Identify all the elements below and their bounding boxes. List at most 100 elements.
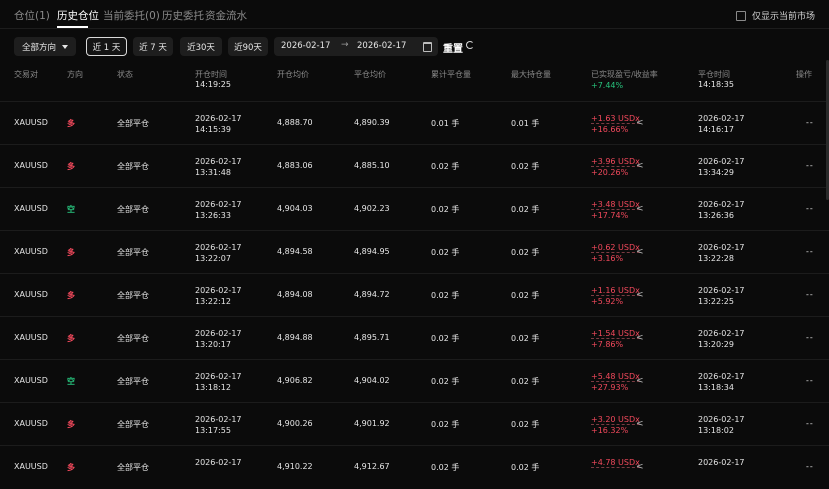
open-date-cell: 2026-02-17: [195, 157, 242, 166]
direction-badge: 多: [67, 248, 75, 257]
tab-positions[interactable]: 仓位(1): [14, 8, 50, 23]
pnl-cell: +3.20 USDx: [591, 414, 640, 425]
range-90d-button[interactable]: 近90天: [228, 37, 268, 56]
pnl-amount: +3.96 USDx: [591, 157, 640, 167]
open-avg-cell: 4,883.06: [277, 161, 313, 170]
tab-open-orders[interactable]: 当前委托(0): [103, 8, 160, 23]
action-cell[interactable]: --: [806, 333, 814, 342]
pnl-amount: +0.62 USDx: [591, 243, 640, 253]
table-row[interactable]: XAUUSD 多 全部平仓 2026-02-17 13:17:55 4,900.26 4,9…: [0, 402, 829, 446]
pnl-amount: +3.48 USDx: [591, 200, 640, 210]
close-time-cell: 14:16:17: [698, 125, 734, 134]
pnl-rate-cell: +7.86%: [591, 340, 624, 349]
action-cell[interactable]: --: [806, 161, 814, 170]
direction-badge: 多: [67, 463, 75, 472]
pnl-amount: +3.20 USDx: [591, 415, 640, 425]
range-30d-button[interactable]: 近30天: [180, 37, 222, 56]
share-icon[interactable]: <: [636, 247, 644, 257]
closed-qty-cell: 0.02 手: [431, 420, 460, 429]
pnl-cell: +1.16 USDx: [591, 285, 640, 296]
pair-cell: XAUUSD: [14, 161, 48, 170]
action-cell[interactable]: --: [806, 290, 814, 299]
direction-badge: 多: [67, 334, 75, 343]
closed-qty-cell: 0.01 手: [431, 119, 460, 128]
action-cell[interactable]: --: [806, 247, 814, 256]
close-avg-cell: 4,890.39: [354, 118, 390, 127]
status-cell: 全部平仓: [117, 377, 149, 386]
table-row[interactable]: XAUUSD 多 全部平仓 2026-02-17 13:31:48 4,883.06 4,8…: [0, 144, 829, 188]
status-cell: 全部平仓: [117, 463, 149, 472]
max-qty-cell: 0.02 手: [511, 248, 540, 257]
status-cell: 全部平仓: [117, 420, 149, 429]
share-icon[interactable]: <: [636, 161, 644, 171]
close-date-cell: 2026-02-17: [698, 372, 745, 381]
close-time-cell: 13:22:28: [698, 254, 734, 263]
pair-cell: XAUUSD: [14, 333, 48, 342]
open-date-cell: 2026-02-17: [195, 286, 242, 295]
date-range-picker[interactable]: 2026-02-17 → 2026-02-17: [274, 37, 438, 56]
checkbox-icon[interactable]: [735, 10, 746, 21]
table-row[interactable]: XAUUSD 多 全部平仓 2026-02-17 13:22:07 4,894.58 4,8…: [0, 230, 829, 274]
open-time-cell: 13:20:17: [195, 340, 231, 349]
tab-fund-flow[interactable]: 资金流水: [205, 8, 247, 23]
pnl-cell: +3.96 USDx: [591, 156, 640, 167]
share-icon[interactable]: <: [636, 462, 644, 472]
share-icon[interactable]: <: [636, 290, 644, 300]
chevron-down-icon: [62, 44, 68, 49]
share-icon[interactable]: <: [636, 333, 644, 343]
current-market-label: 仅显示当前市场: [751, 12, 815, 22]
tab-order-history[interactable]: 历史委托: [162, 8, 204, 23]
action-cell[interactable]: --: [806, 376, 814, 385]
open-avg-cell: 4,900.26: [277, 419, 313, 428]
calendar-icon[interactable]: [423, 42, 432, 52]
partial-pnl-rate: +7.44%: [591, 81, 624, 90]
action-cell[interactable]: --: [806, 419, 814, 428]
table-row[interactable]: XAUUSD 空 全部平仓 2026-02-17 13:26:33 4,904.03 4,9…: [0, 187, 829, 231]
table-row[interactable]: XAUUSD 多 全部平仓 2026-02-17 14:15:39 4,888.70 4,8…: [0, 101, 829, 145]
pair-cell: XAUUSD: [14, 247, 48, 256]
pair-cell: XAUUSD: [14, 419, 48, 428]
refresh-icon[interactable]: [466, 41, 474, 49]
close-time-cell: 13:26:36: [698, 211, 734, 220]
current-market-toggle[interactable]: 仅显示当前市场: [735, 9, 815, 22]
direction-select[interactable]: 全部方向: [14, 37, 76, 56]
partial-close-time: 14:18:35: [698, 80, 734, 89]
col-open-time: 开仓时间: [195, 70, 227, 79]
col-open-avg: 开仓均价: [277, 70, 309, 79]
direction-badge: 多: [67, 119, 75, 128]
reset-button[interactable]: 重置: [443, 40, 463, 55]
close-date-cell: 2026-02-17: [698, 329, 745, 338]
range-7d-button[interactable]: 近 7 天: [133, 37, 173, 56]
open-date-cell: 2026-02-17: [195, 458, 242, 467]
col-max-qty: 最大持仓量: [511, 70, 551, 79]
table-row[interactable]: XAUUSD 多全部平仓 2026-02-17 4,910.22 4,912.67 0.0…: [0, 445, 829, 489]
open-date-cell: 2026-02-17: [195, 329, 242, 338]
close-avg-cell: 4,895.71: [354, 333, 390, 342]
direction-badge: 多: [67, 162, 75, 171]
direction-badge: 多: [67, 291, 75, 300]
end-date[interactable]: 2026-02-17: [357, 41, 406, 51]
open-date-cell: 2026-02-17: [195, 372, 242, 381]
action-cell[interactable]: --: [806, 204, 814, 213]
open-avg-cell: 4,894.88: [277, 333, 313, 342]
share-icon[interactable]: <: [636, 204, 644, 214]
open-time-cell: 13:31:48: [195, 168, 231, 177]
tab-history-positions[interactable]: 历史仓位: [57, 8, 99, 23]
table-row[interactable]: XAUUSD 多 全部平仓 2026-02-17 13:20:17 4,894.88 4,8…: [0, 316, 829, 360]
table-row[interactable]: XAUUSD 多 全部平仓 2026-02-17 13:22:12 4,894.08 4,8…: [0, 273, 829, 317]
share-icon[interactable]: <: [636, 118, 644, 128]
start-date[interactable]: 2026-02-17: [281, 41, 330, 51]
close-avg-cell: 4,885.10: [354, 161, 390, 170]
table-row[interactable]: XAUUSD 空 全部平仓 2026-02-17 13:18:12 4,906.82 4,9…: [0, 359, 829, 403]
share-icon[interactable]: <: [636, 419, 644, 429]
pnl-cell: +1.54 USDx: [591, 328, 640, 339]
open-time-cell: 13:22:12: [195, 297, 231, 306]
pnl-amount: +1.16 USDx: [591, 286, 640, 296]
action-cell[interactable]: --: [806, 118, 814, 127]
range-1d-button[interactable]: 近 1 天: [86, 37, 127, 56]
close-avg-cell: 4,902.23: [354, 204, 390, 213]
pnl-cell: +4.78 USDx: [591, 457, 640, 468]
share-icon[interactable]: <: [636, 376, 644, 386]
status-cell: 全部平仓: [117, 291, 149, 300]
pair-cell: XAUUSD: [14, 118, 48, 127]
